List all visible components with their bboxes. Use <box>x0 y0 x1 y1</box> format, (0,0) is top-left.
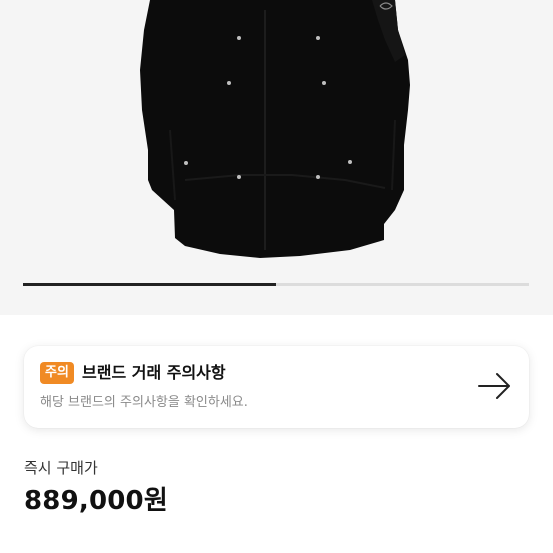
warning-badge: 주의 <box>40 362 74 384</box>
notice-subtitle: 해당 브랜드의 주의사항을 확인하세요. <box>40 395 248 410</box>
brand-notice-card[interactable]: 주의 브랜드 거래 주의사항 해당 브랜드의 주의사항을 확인하세요. <box>24 346 529 428</box>
arrow-right-icon[interactable] <box>477 370 513 402</box>
gallery-progress-bar <box>23 283 529 286</box>
jacket-image <box>140 0 410 258</box>
product-image-gallery[interactable] <box>0 0 553 315</box>
notice-title: 브랜드 거래 주의사항 <box>82 363 226 382</box>
instant-buy-label: 즉시 구매가 <box>24 459 98 477</box>
gallery-progress-fill <box>23 283 276 286</box>
instant-buy-price: 889,000원 <box>24 486 168 516</box>
